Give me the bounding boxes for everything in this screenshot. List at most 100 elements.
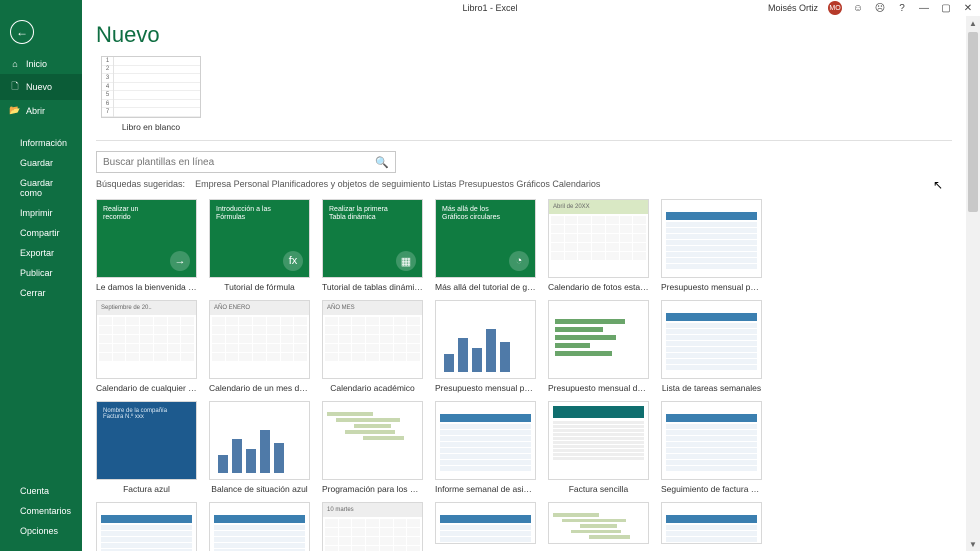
tpl-bienvenida-label: Le damos la bienvenida a E… (96, 282, 197, 292)
tpl-lista-tareas-thumb (661, 300, 762, 379)
suggested-searches: Búsquedas sugeridas: Empresa Personal Pl… (96, 179, 966, 189)
tpl-factura-azul[interactable]: Nombre de la compañíaFactura N.º xxxFact… (96, 401, 197, 494)
nav-opciones[interactable]: Opciones (0, 521, 82, 541)
tpl-partial-1[interactable] (435, 502, 536, 551)
tpl-inventario-domestico-thumb (96, 502, 197, 551)
face-smile-icon[interactable]: ☺ (852, 2, 864, 14)
tpl-partial-2[interactable] (548, 502, 649, 551)
suggest-link[interactable]: Presupuestos (459, 179, 514, 189)
help-icon[interactable]: ? (896, 2, 908, 14)
tpl-tablas-dinamicas-thumb: Realizar la primeraTabla dinámica▦ (322, 199, 423, 278)
tpl-partial-3-thumb (661, 502, 762, 544)
tpl-calendario-un-mes-label: Calendario de un mes de c… (209, 383, 310, 393)
tpl-calendario-cualquier-label: Calendario de cualquier añ… (96, 383, 197, 393)
suggest-link[interactable]: Planificadores y objetos de seguimiento (272, 179, 431, 189)
nav-abrir[interactable]: 📂 Abrir (0, 100, 82, 121)
nav-cuenta[interactable]: Cuenta (0, 481, 82, 501)
nav-compartir[interactable]: Compartir (0, 223, 82, 243)
sidebar: ← ⌂Inicio🗋Nuevo📂Abrir InformaciónGuardar… (0, 0, 82, 551)
scroll-up-icon[interactable]: ▲ (966, 16, 980, 30)
tpl-informe-asistencia[interactable]: Informe semanal de asiste… (435, 401, 536, 494)
suggest-link[interactable]: Calendarios (552, 179, 600, 189)
main-panel: Nuevo 1234567 Libro en blanco 🔍 Búsqueda… (82, 16, 966, 551)
search-input[interactable] (103, 157, 375, 168)
blank-workbook-thumb: 1234567 (101, 56, 201, 118)
tpl-programacion-alumnos[interactable]: Programación para los alu… (322, 401, 423, 494)
tpl-programacion-diaria[interactable]: 10 martesProgramación diaria de tra… (322, 502, 423, 551)
suggest-link[interactable]: Gráficos (516, 179, 550, 189)
tpl-informe-asistencia-label: Informe semanal de asiste… (435, 484, 536, 494)
arrow-left-icon: ← (16, 25, 28, 39)
tpl-lista-inventario[interactable]: Lista de inventario con resa… (209, 502, 310, 551)
tpl-lista-inventario-thumb (209, 502, 310, 551)
tpl-calendario-un-mes[interactable]: AÑO ENEROCalendario de un mes de c… (209, 300, 310, 393)
tpl-tablas-dinamicas-label: Tutorial de tablas dinámicas (322, 282, 423, 292)
tpl-presupuesto-dom[interactable]: Presupuesto mensual dom… (548, 300, 649, 393)
tpl-bienvenida[interactable]: Realizar unrecorrido→ Le damos la bienven… (96, 199, 197, 292)
tpl-seguimiento-factura-thumb (661, 401, 762, 480)
tpl-tablas-dinamicas[interactable]: Realizar la primeraTabla dinámica▦ Tutori… (322, 199, 423, 292)
titlebar: Libro1 - Excel Moisés Ortiz MO ☺ ☹ ? — ▢… (0, 0, 980, 16)
nav-informacion[interactable]: Información (0, 133, 82, 153)
vertical-scrollbar[interactable]: ▲ ▼ (966, 16, 980, 551)
nav-nuevo-label: Nuevo (26, 82, 52, 92)
suggest-link[interactable]: Empresa (195, 179, 231, 189)
nav-publicar[interactable]: Publicar (0, 263, 82, 283)
tpl-graficos-circulares-label: Más allá del tutorial de gráf… (435, 282, 536, 292)
close-icon[interactable]: ✕ (962, 2, 974, 14)
maximize-icon[interactable]: ▢ (940, 2, 952, 14)
nav-exportar[interactable]: Exportar (0, 243, 82, 263)
tpl-programacion-diaria-thumb: 10 martes (322, 502, 423, 551)
scrollbar-thumb[interactable] (968, 32, 978, 212)
back-button[interactable]: ← (10, 20, 34, 44)
scroll-down-icon[interactable]: ▼ (966, 537, 980, 551)
suggested-label: Búsquedas sugeridas: (96, 179, 185, 189)
nav-guardar-como[interactable]: Guardar como (0, 173, 82, 203)
tpl-factura-sencilla[interactable]: Factura sencilla (548, 401, 649, 494)
nav-abrir-icon: 📂 (10, 105, 20, 116)
nav-comentarios[interactable]: Comentarios (0, 501, 82, 521)
nav-cerrar[interactable]: Cerrar (0, 283, 82, 303)
tpl-graficos-circulares[interactable]: Más allá de losGráficos circulares◔Más a… (435, 199, 536, 292)
nav-abrir-label: Abrir (26, 106, 45, 116)
tpl-presupuesto-para[interactable]: Presupuesto mensual para… (435, 300, 536, 393)
user-name[interactable]: Moisés Ortiz (768, 3, 818, 13)
tpl-partial-1-thumb (435, 502, 536, 544)
tpl-presupuesto-dom-label: Presupuesto mensual dom… (548, 383, 649, 393)
page-title: Nuevo (96, 22, 966, 48)
tpl-partial-3[interactable] (661, 502, 762, 551)
tpl-programacion-alumnos-thumb (322, 401, 423, 480)
tpl-balance-azul-label: Balance de situación azul (209, 484, 310, 494)
tpl-informe-asistencia-thumb (435, 401, 536, 480)
blank-workbook-label: Libro en blanco (122, 122, 180, 132)
tpl-calendario-cualquier[interactable]: Septiembre de 20.. Calendario de cualquie… (96, 300, 197, 393)
tpl-inventario-domestico[interactable]: Inventario doméstico (96, 502, 197, 551)
nav-nuevo[interactable]: 🗋Nuevo (0, 74, 82, 100)
tpl-presupuesto-personal-label: Presupuesto mensual pers… (661, 282, 762, 292)
suggest-link[interactable]: Personal (234, 179, 270, 189)
tpl-seguimiento-factura[interactable]: Seguimiento de factura de… (661, 401, 762, 494)
tpl-balance-azul[interactable]: Balance de situación azul (209, 401, 310, 494)
search-box[interactable]: 🔍 (96, 151, 396, 173)
tpl-calendario-cualquier-thumb: Septiembre de 20.. (96, 300, 197, 379)
user-avatar[interactable]: MO (828, 1, 842, 15)
suggest-link[interactable]: Listas (433, 179, 457, 189)
app-title: Libro1 - Excel (462, 3, 517, 13)
tpl-presupuesto-personal[interactable]: Presupuesto mensual pers… (661, 199, 762, 292)
tpl-calendario-fotos[interactable]: Abril de 20XXCalendario de fotos estacio… (548, 199, 649, 292)
titlebar-right: Moisés Ortiz MO ☺ ☹ ? — ▢ ✕ (768, 1, 974, 15)
nav-inicio[interactable]: ⌂Inicio (0, 54, 82, 74)
tpl-programacion-alumnos-label: Programación para los alu… (322, 484, 423, 494)
search-icon[interactable]: 🔍 (375, 156, 389, 169)
blank-workbook-tile[interactable]: 1234567 Libro en blanco (96, 56, 206, 132)
nav-inicio-label: Inicio (26, 59, 47, 69)
tpl-formulas[interactable]: Introducción a lasFórmulasfxTutorial de … (209, 199, 310, 292)
nav-imprimir[interactable]: Imprimir (0, 203, 82, 223)
tpl-lista-tareas[interactable]: Lista de tareas semanales (661, 300, 762, 393)
face-sad-icon[interactable]: ☹ (874, 2, 886, 14)
tpl-bienvenida-thumb: Realizar unrecorrido→ (96, 199, 197, 278)
template-grid: Realizar unrecorrido→ Le damos la bienven… (96, 199, 960, 551)
tpl-calendario-academico[interactable]: AÑO MESCalendario académico (322, 300, 423, 393)
nav-guardar[interactable]: Guardar (0, 153, 82, 173)
minimize-icon[interactable]: — (918, 2, 930, 14)
